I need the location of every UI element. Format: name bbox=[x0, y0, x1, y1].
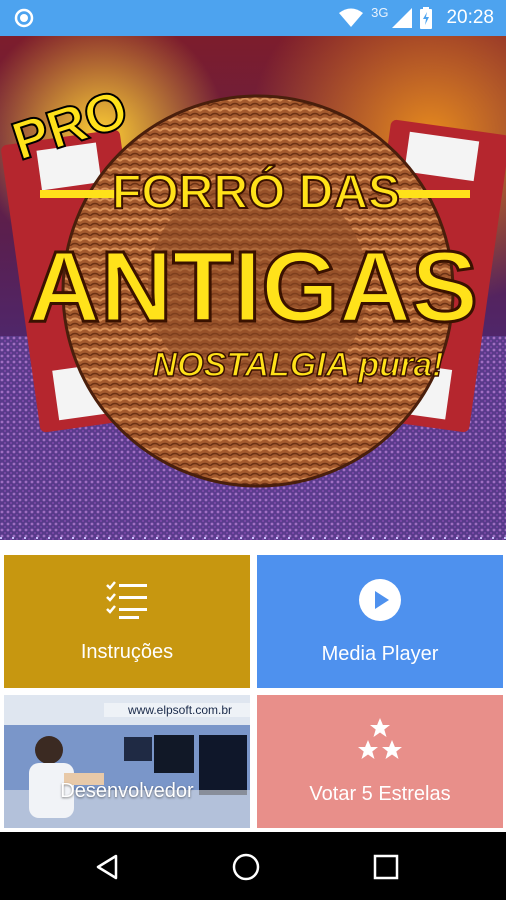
desenvolvedor-label: Desenvolvedor bbox=[60, 780, 194, 802]
stars-icon bbox=[357, 717, 403, 767]
recent-apps-icon[interactable] bbox=[369, 850, 403, 884]
developer-photo: www.elpsoft.com.br bbox=[4, 695, 250, 828]
play-circle-icon bbox=[358, 578, 402, 627]
menu-grid: Instruções Media Player www.elpsoft.com.… bbox=[0, 550, 506, 832]
votar-button[interactable]: Votar 5 Estrelas bbox=[257, 695, 503, 828]
navigation-bar bbox=[0, 832, 506, 900]
instrucoes-label: Instruções bbox=[80, 640, 174, 663]
status-bar: 3G 20:28 bbox=[0, 0, 506, 36]
hero-banner: PRO FORRÓ DAS ANTIGAS NOSTALGIA pura! bbox=[0, 36, 506, 540]
battery-icon bbox=[420, 7, 433, 29]
hero-artwork: PRO FORRÓ DAS ANTIGAS NOSTALGIA pura! bbox=[0, 78, 506, 540]
media-player-label: Media Player bbox=[321, 642, 439, 665]
instrucoes-button[interactable]: Instruções bbox=[4, 555, 250, 688]
desenvolvedor-button[interactable]: www.elpsoft.com.br Desenvolvedor bbox=[4, 695, 250, 828]
home-icon[interactable] bbox=[229, 850, 263, 884]
signal-icon bbox=[392, 8, 413, 28]
notification-icon bbox=[14, 8, 34, 28]
network-type-label: 3G bbox=[371, 4, 389, 20]
clock: 20:28 bbox=[446, 7, 494, 28]
hero-tagline: NOSTALGIA pura! bbox=[153, 346, 444, 384]
wifi-icon bbox=[339, 8, 364, 28]
back-icon[interactable] bbox=[90, 850, 124, 884]
photo-watermark: www.elpsoft.com.br bbox=[127, 703, 232, 717]
hero-title-line2: ANTIGAS bbox=[28, 231, 478, 343]
hero-title-line1: FORRÓ DAS bbox=[112, 164, 400, 219]
checklist-icon bbox=[105, 580, 149, 625]
media-player-button[interactable]: Media Player bbox=[257, 555, 503, 688]
votar-label: Votar 5 Estrelas bbox=[309, 782, 451, 805]
